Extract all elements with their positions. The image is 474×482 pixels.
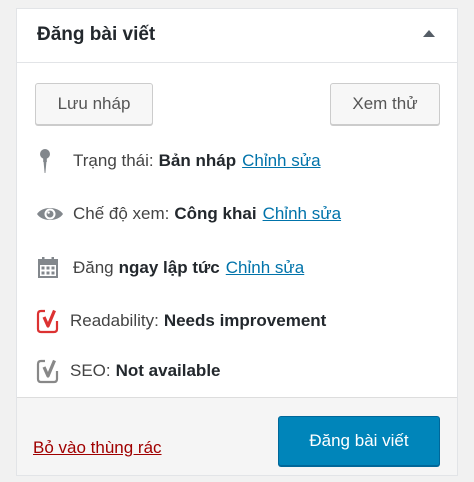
collapse-arrow-icon[interactable] <box>423 30 435 37</box>
visibility-label: Chế độ xem: <box>73 204 170 223</box>
save-draft-button[interactable]: Lưu nháp <box>35 83 153 125</box>
schedule-label: Đăng <box>73 258 114 277</box>
preview-button[interactable]: Xem thử <box>330 83 440 125</box>
readability-value: Needs improvement <box>163 311 327 330</box>
panel-header[interactable]: Đăng bài viết <box>17 9 457 63</box>
panel-title: Đăng bài viết <box>37 24 156 45</box>
edit-status-link[interactable]: Chỉnh sửa <box>242 151 320 171</box>
yoast-seo-icon <box>35 358 63 384</box>
status-value: Bản nháp <box>158 151 237 170</box>
seo-label: SEO: <box>70 361 111 380</box>
eye-icon <box>35 205 65 223</box>
move-to-trash-link[interactable]: Bỏ vào thùng rác <box>33 438 162 458</box>
visibility-value: Công khai <box>174 204 257 223</box>
schedule-value: ngay lập tức <box>118 258 220 277</box>
panel-footer: Bỏ vào thùng rác Đăng bài viết <box>17 397 457 475</box>
seo-value: Not available <box>115 361 221 380</box>
status-row: Trạng thái: Bản nháp Chỉnh sửa <box>35 148 447 174</box>
edit-visibility-link[interactable]: Chỉnh sửa <box>263 204 341 224</box>
pin-icon <box>35 148 55 174</box>
status-label: Trạng thái: <box>73 151 154 170</box>
publish-panel: Đăng bài viết Lưu nháp Xem thử Trạng thá… <box>16 8 458 476</box>
readability-label: Readability: <box>70 311 159 330</box>
edit-schedule-link[interactable]: Chỉnh sửa <box>226 258 304 278</box>
calendar-icon <box>35 256 61 280</box>
schedule-row: Đăng ngay lập tức Chỉnh sửa <box>35 255 447 281</box>
visibility-row: Chế độ xem: Công khai Chỉnh sửa <box>35 201 447 227</box>
seo-row: SEO: Not available <box>35 358 447 384</box>
yoast-readability-icon <box>35 308 63 334</box>
publish-button[interactable]: Đăng bài viết <box>278 416 440 466</box>
readability-row: Readability: Needs improvement <box>35 308 447 334</box>
